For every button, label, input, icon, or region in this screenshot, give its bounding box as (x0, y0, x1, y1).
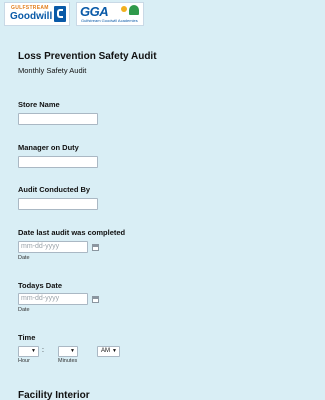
calendar-icon[interactable] (92, 244, 99, 251)
goodwill-g-icon (54, 6, 66, 22)
form-title: Loss Prevention Safety Audit (18, 51, 157, 62)
manager-on-duty-label: Manager on Duty (18, 143, 79, 152)
hour-sublabel: Hour (18, 358, 30, 364)
todays-date-input[interactable]: mm-dd-yyyy (18, 293, 88, 305)
logo-gga-subtext: Gulfstream Goodwill Academies (81, 18, 138, 23)
manager-on-duty-input[interactable] (18, 156, 98, 168)
chevron-down-icon: ▼ (70, 348, 75, 354)
logo-goodwill-text: Goodwill (10, 11, 53, 22)
logo-gga-text: GGA (80, 4, 109, 19)
chevron-down-icon: ▼ (112, 348, 117, 354)
form-subtitle: Monthly Safety Audit (18, 66, 87, 75)
tree-icon (129, 5, 139, 15)
time-label: Time (18, 333, 36, 342)
last-audit-date-label: Date last audit was completed (18, 228, 126, 237)
calendar-icon[interactable] (92, 296, 99, 303)
last-audit-date-input[interactable]: mm-dd-yyyy (18, 241, 88, 253)
minute-sublabel: Minutes (58, 358, 78, 364)
store-name-label: Store Name (18, 100, 60, 109)
time-separator: : (42, 347, 44, 354)
section-heading-facility-interior: Facility Interior (18, 390, 90, 400)
goodwill-logo: GULFSTREAM Goodwill (4, 2, 70, 26)
sun-icon (121, 6, 127, 12)
last-audit-date-sublabel: Date (18, 255, 30, 261)
todays-date-sublabel: Date (18, 307, 30, 313)
ampm-value: AM (101, 348, 110, 354)
todays-date-label: Todays Date (18, 281, 63, 290)
gga-logo: GGA Gulfstream Goodwill Academies (76, 2, 144, 26)
chevron-down-icon: ▼ (31, 348, 36, 354)
minute-select[interactable]: ▼ (58, 346, 78, 357)
store-name-input[interactable] (18, 113, 98, 125)
form-page: GULFSTREAM Goodwill GGA Gulfstream Goodw… (0, 0, 325, 400)
hour-select[interactable]: ▼ (18, 346, 39, 357)
audit-conducted-by-label: Audit Conducted By (18, 185, 91, 194)
ampm-select[interactable]: AM ▼ (97, 346, 120, 357)
audit-conducted-by-input[interactable] (18, 198, 98, 210)
